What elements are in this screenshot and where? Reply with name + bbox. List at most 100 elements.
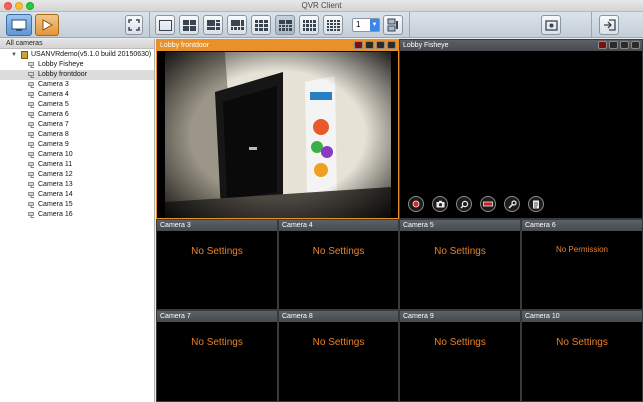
video-cell-camera-5[interactable]: Camera 5 No Settings [399,219,521,310]
camera-icon [28,132,34,138]
camera-tree-item[interactable]: Camera 3 [0,80,154,90]
layout-12-button[interactable] [299,15,319,35]
audio-icon [609,41,618,49]
camera-tree-label: Camera 7 [38,121,69,128]
camera-tree-item[interactable]: Camera 11 [0,160,154,170]
camera-tree-label: Camera 8 [38,131,69,138]
camera-tree-item[interactable]: Lobby frontdoor [0,70,154,80]
fullscreen-icon [128,19,140,31]
layout-10-icon [278,19,292,31]
camera-tree-item[interactable]: Camera 12 [0,170,154,180]
camera-list: Lobby Fisheye Lobby frontdoor Camera 3 Came… [0,60,154,220]
video-cell-lobby-frontdoor[interactable]: Lobby frontdoor [156,39,399,219]
camera-tree-item[interactable]: Camera 7 [0,120,154,130]
layout-16-button[interactable] [323,15,343,35]
event-log-button[interactable] [528,196,544,212]
all-cameras-header: All cameras [0,39,154,49]
camera-tree-item[interactable]: Camera 5 [0,100,154,110]
status-message: No Settings [191,246,243,257]
status-message: No Settings [434,246,486,257]
layout-10-button[interactable] [275,15,295,35]
live-view-mode-button[interactable] [6,14,32,36]
layout-8-button[interactable] [227,15,247,35]
camera-icon [28,122,34,128]
layout-6-button[interactable] [203,15,223,35]
video-cell-camera-6[interactable]: Camera 6 No Permission [521,219,643,310]
cell-title: Camera 7 [157,311,277,322]
camera-tree-item[interactable]: Camera 13 [0,180,154,190]
digital-zoom-button[interactable] [456,196,472,212]
camera-tree-item[interactable]: Camera 14 [0,190,154,200]
camera-tree-item[interactable]: Lobby Fisheye [0,60,154,70]
layout-16-icon [326,19,340,31]
camera-tree-label: Camera 16 [38,211,73,218]
camera-icon [28,192,34,198]
video-cell-camera-10[interactable]: Camera 10 No Settings [521,310,643,402]
camera-icon [28,72,34,78]
camera-tree-item[interactable]: Camera 4 [0,90,154,100]
snapshot-button[interactable] [432,196,448,212]
camera-tree-label: Lobby frontdoor [38,71,88,78]
camera-icon [436,200,444,208]
layout-12-icon [302,19,316,31]
record-status-icon [598,41,607,49]
camera-tree-item[interactable]: Camera 15 [0,200,154,210]
camera-tree-label: Camera 10 [38,151,73,158]
camera-tree-panel: All cameras ▼ USANVRdemo(v5.1.0 build 20… [0,39,155,402]
video-cell-camera-9[interactable]: Camera 9 No Settings [399,310,521,402]
camera-icon [28,92,34,98]
camera-tree-label: Camera 5 [38,101,69,108]
camera-icon [28,112,34,118]
dewarp-icon [483,201,493,207]
video-cell-camera-7[interactable]: Camera 7 No Settings [156,310,278,402]
camera-icon [28,142,34,148]
camera-tree-label: Camera 14 [38,191,73,198]
layout-9-button[interactable] [251,15,271,35]
camera-settings-button[interactable] [504,196,520,212]
logout-button[interactable] [599,15,619,35]
cell-title: Camera 3 [157,220,277,231]
camera-tree-item[interactable]: Camera 9 [0,140,154,150]
page-number-select[interactable]: 1 ▼ [352,18,380,32]
camera-tree-item[interactable]: Camera 10 [0,150,154,160]
status-message: No Settings [312,246,365,257]
server-icon [21,51,28,59]
video-cell-camera-8[interactable]: Camera 8 No Settings [278,310,399,402]
cell-title: Camera 9 [400,311,520,322]
video-cell-lobby-fisheye[interactable]: Lobby Fisheye [399,39,643,219]
layout-1-button[interactable] [155,15,175,35]
video-cell-camera-4[interactable]: Camera 4 No Settings [278,219,399,310]
manual-record-button[interactable] [408,196,424,212]
camera-tree-label: Camera 15 [38,201,73,208]
toolbar: 1 ▼ [0,12,643,38]
camera-tree-item[interactable]: Camera 8 [0,130,154,140]
playback-mode-button[interactable] [35,14,59,36]
page-number-value: 1 [356,20,361,29]
camera-icon [28,182,34,188]
cell-title: Camera 10 [522,311,642,322]
sequence-toggle-button[interactable] [383,15,403,35]
layout-6-icon [206,19,220,31]
document-icon [533,200,539,208]
record-status-icon [354,41,363,49]
settings-button[interactable] [541,15,561,35]
camera-icon [28,172,34,178]
camera-tree-item[interactable]: Camera 16 [0,210,154,220]
settings-icon [544,19,558,31]
disclosure-triangle-icon[interactable]: ▼ [11,50,17,60]
fullscreen-button[interactable] [125,15,143,35]
layout-4-button[interactable] [179,15,199,35]
camera-icon [28,152,34,158]
layout-1-icon [158,19,172,31]
qvr-client-window: QVR Client 1 ▼ All cameras ▼ USANVRdemo(… [0,0,643,402]
camera-icon [28,102,34,108]
video-cell-camera-3[interactable]: Camera 3 No Settings [156,219,278,310]
status-message: No Permission [555,245,608,254]
dewarp-button[interactable] [480,196,496,212]
cell-title: Camera 5 [400,220,520,231]
status-message: No Settings [434,337,486,348]
camera-tree-label: Camera 3 [38,81,69,88]
server-node[interactable]: ▼ USANVRdemo(v5.1.0 build 20150630) [0,50,154,60]
camera-tree-item[interactable]: Camera 6 [0,110,154,120]
cell-title: Camera 4 [279,220,398,231]
